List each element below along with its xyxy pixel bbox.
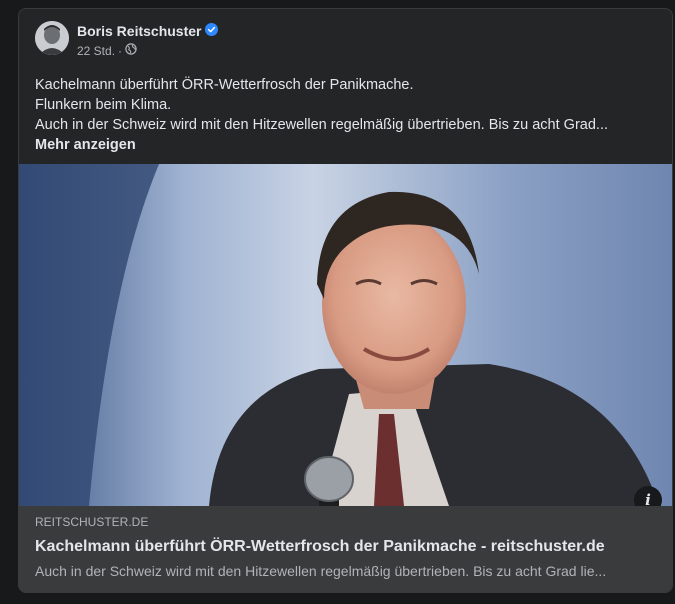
see-more-link[interactable]: Mehr anzeigen xyxy=(35,135,660,155)
meta-separator: · xyxy=(118,43,123,58)
post-text-line: Auch in der Schweiz wird mit den Hitzewe… xyxy=(35,117,609,133)
author-avatar[interactable] xyxy=(35,21,69,55)
link-title[interactable]: Kachelmann überführt ÖRR-Wetterfrosch de… xyxy=(35,536,658,558)
post-text: Kachelmann überführt ÖRR-Wetterfrosch de… xyxy=(35,75,660,155)
verified-badge-icon xyxy=(205,23,219,39)
link-domain: REITSCHUSTER.DE xyxy=(35,515,149,529)
post-text-line: Kachelmann überführt ÖRR-Wetterfrosch de… xyxy=(35,77,414,93)
post-text-line: Flunkern beim Klima. xyxy=(35,97,172,113)
link-description: Auch in der Schweiz wird mit den Hitzewe… xyxy=(35,563,607,579)
link-preview-box[interactable]: REITSCHUSTER.DE Kachelmann überführt ÖRR… xyxy=(19,506,672,592)
link-preview-image[interactable]: i xyxy=(19,164,672,506)
post-time[interactable]: 22 Std. xyxy=(77,44,115,58)
portrait-photo xyxy=(19,164,672,506)
author-name[interactable]: Boris Reitschuster xyxy=(77,23,201,39)
globe-icon xyxy=(125,43,137,58)
facebook-post: Boris Reitschuster 22 Std. · Kachelmann … xyxy=(18,8,673,593)
info-button[interactable]: i xyxy=(634,486,662,506)
